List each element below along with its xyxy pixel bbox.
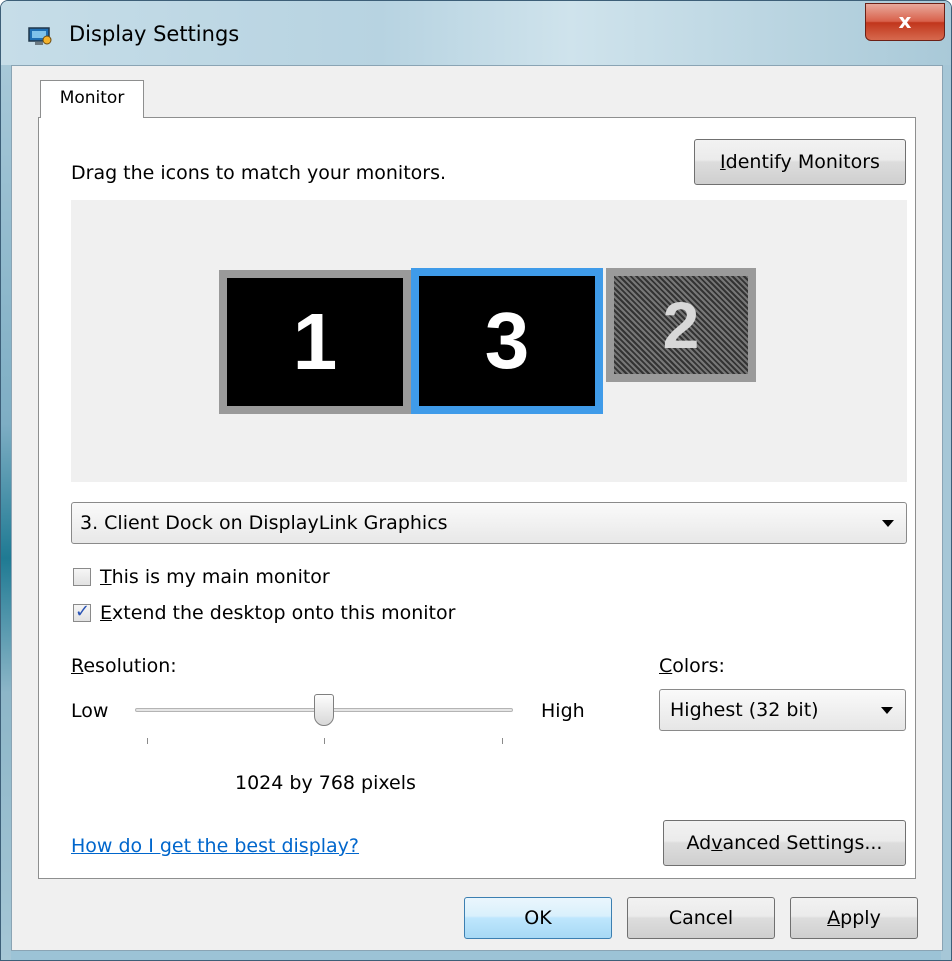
- extend-text: xtend the desktop onto this monitor: [112, 602, 456, 624]
- colors-select-value: Highest (32 bit): [670, 699, 819, 721]
- cancel-button[interactable]: Cancel: [627, 897, 775, 939]
- advanced-accel: v: [711, 832, 723, 854]
- checkbox-checked[interactable]: ✓: [73, 601, 91, 622]
- drag-instruction: Drag the icons to match your monitors.: [71, 162, 447, 184]
- tab-monitor[interactable]: Monitor: [40, 80, 144, 118]
- check-icon: ✓: [75, 601, 91, 622]
- advanced-settings-button[interactable]: Advanced Settings...: [663, 820, 906, 866]
- identify-monitors-button[interactable]: Identify Monitors: [694, 139, 906, 185]
- main-monitor-text: his is my main monitor: [111, 566, 330, 588]
- slider-tick: [502, 738, 503, 744]
- identify-label: dentify Monitors: [725, 151, 880, 173]
- monitor-icon-3[interactable]: 3: [411, 268, 603, 414]
- chevron-down-icon: [881, 707, 893, 714]
- monitor-select-value: 3. Client Dock on DisplayLink Graphics: [80, 512, 448, 534]
- colors-accel: C: [659, 655, 673, 677]
- monitor-number: 3: [484, 296, 530, 385]
- chevron-down-icon: [882, 520, 894, 527]
- monitor-number: 2: [662, 288, 700, 362]
- main-monitor-accel: T: [100, 566, 112, 588]
- resolution-accel: R: [71, 655, 84, 677]
- colors-label: Colors:: [659, 655, 725, 677]
- ok-button[interactable]: OK: [464, 897, 612, 939]
- resolution-low-label: Low: [71, 700, 109, 722]
- advanced-post: anced Settings...: [722, 832, 883, 854]
- apply-text: pply: [840, 907, 881, 929]
- extend-desktop-label: Extend the desktop onto this monitor: [100, 602, 455, 624]
- extend-accel: E: [100, 602, 113, 624]
- display-settings-window: Display Settings x Monitor Drag the icon…: [0, 0, 952, 961]
- extend-desktop-checkbox[interactable]: ✓ Extend the desktop onto this monitor: [73, 601, 455, 624]
- resolution-value: 1024 by 768 pixels: [235, 772, 416, 794]
- close-icon: x: [898, 9, 912, 33]
- colors-label-text: olors:: [672, 655, 725, 677]
- slider-tick: [147, 738, 148, 744]
- monitor-number: 1: [292, 297, 338, 386]
- colors-select[interactable]: Highest (32 bit): [659, 689, 906, 731]
- best-display-help-link[interactable]: How do I get the best display?: [71, 835, 359, 857]
- display-settings-icon: [28, 27, 52, 45]
- slider-tick: [324, 738, 325, 744]
- checkbox-unchecked[interactable]: [73, 568, 91, 586]
- apply-button[interactable]: Apply: [790, 897, 918, 939]
- apply-accel: A: [827, 907, 841, 929]
- main-monitor-label: This is my main monitor: [100, 566, 330, 588]
- monitor-select[interactable]: 3. Client Dock on DisplayLink Graphics: [71, 502, 907, 544]
- monitor-icon-2[interactable]: 2: [606, 268, 756, 382]
- main-monitor-checkbox[interactable]: This is my main monitor: [73, 566, 330, 588]
- window-title: Display Settings: [69, 22, 240, 46]
- monitor-tab-panel: Drag the icons to match your monitors. I…: [38, 117, 916, 879]
- close-button[interactable]: x: [865, 3, 945, 41]
- resolution-label: Resolution:: [71, 655, 177, 677]
- resolution-high-label: High: [541, 700, 585, 722]
- resolution-slider-thumb[interactable]: [314, 694, 334, 726]
- monitor-icon-1[interactable]: 1: [219, 270, 411, 414]
- advanced-pre: Ad: [686, 832, 712, 854]
- dialog-body: Monitor Drag the icons to match your mon…: [11, 65, 943, 951]
- resolution-label-text: esolution:: [83, 655, 177, 677]
- window-frame-left: [1, 65, 11, 960]
- monitor-arrangement-area: 1 3 2: [71, 200, 907, 482]
- title-bar[interactable]: Display Settings x: [1, 1, 951, 65]
